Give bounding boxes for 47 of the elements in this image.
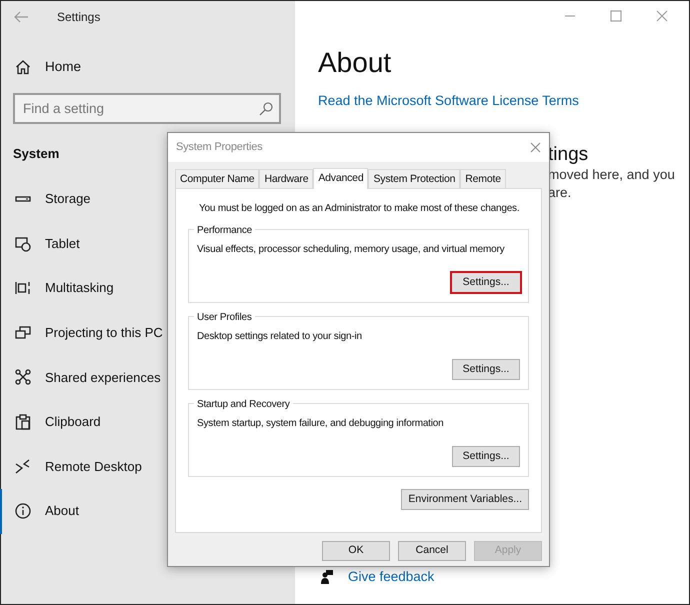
close-icon[interactable] [530,142,541,153]
info-icon [15,503,31,520]
back-icon[interactable] [13,11,29,23]
environment-variables-button[interactable]: Environment Variables... [401,489,529,510]
remote-desktop-icon [15,458,31,475]
section-heading: System [13,145,60,164]
clipboard-icon [15,414,31,430]
group-description: Desktop settings related to your sign-in [197,330,363,344]
sidebar-item[interactable]: About [0,488,79,534]
sidebar-item[interactable]: Shared experiences [0,355,161,400]
sidebar-item[interactable]: Storage [0,176,91,222]
search-field[interactable]: Find a setting [13,93,281,124]
search-icon [259,102,273,116]
sidebar-item[interactable]: Tablet [0,221,80,266]
notice-text: You must be logged on as an Administrator to make most of these changes. [198,202,520,216]
maximize-icon[interactable] [610,10,622,22]
group-description: Visual effects, processor scheduling, memory usage, and virtual memory [197,243,506,257]
dialog-button[interactable]: OK [322,541,390,561]
tablet-icon [15,236,31,252]
monitor-icon [15,324,31,341]
close-icon[interactable] [656,10,668,22]
page-heading: About [318,48,392,79]
settings-button[interactable]: Settings... [450,271,522,294]
home-icon [15,59,31,76]
sidebar-item[interactable]: Projecting to this PC [0,310,163,356]
shared-icon [15,369,31,386]
tab[interactable]: Advanced [313,168,368,189]
multitasking-icon [15,280,31,296]
sidebar-item[interactable]: Clipboard [0,400,101,444]
feedback-icon [320,569,334,586]
nav-link[interactable]: Home [45,57,82,78]
sidebar-item[interactable]: Remote Desktop [0,444,142,489]
settings-button[interactable]: Settings... [452,359,520,380]
group-description: System startup, system failure, and debugging information [197,417,445,431]
group-title: Startup and Recovery [194,397,293,412]
dialog-button[interactable]: Cancel [398,541,466,561]
sidebar-item[interactable]: Multitasking [0,266,114,311]
tab[interactable]: System Protection [368,169,460,188]
feedback-link[interactable]: Give feedback [348,567,434,588]
tab[interactable]: Computer Name [175,169,260,188]
license-link[interactable]: Read the Microsoft Software License Terms [318,90,579,112]
window-title: Settings [57,9,100,26]
section-heading: tings [548,145,590,166]
tab[interactable]: Remote [460,169,506,188]
settings-button[interactable]: Settings... [452,446,520,467]
tab[interactable]: Hardware [259,169,314,188]
dialog-title: System Properties [176,140,262,156]
